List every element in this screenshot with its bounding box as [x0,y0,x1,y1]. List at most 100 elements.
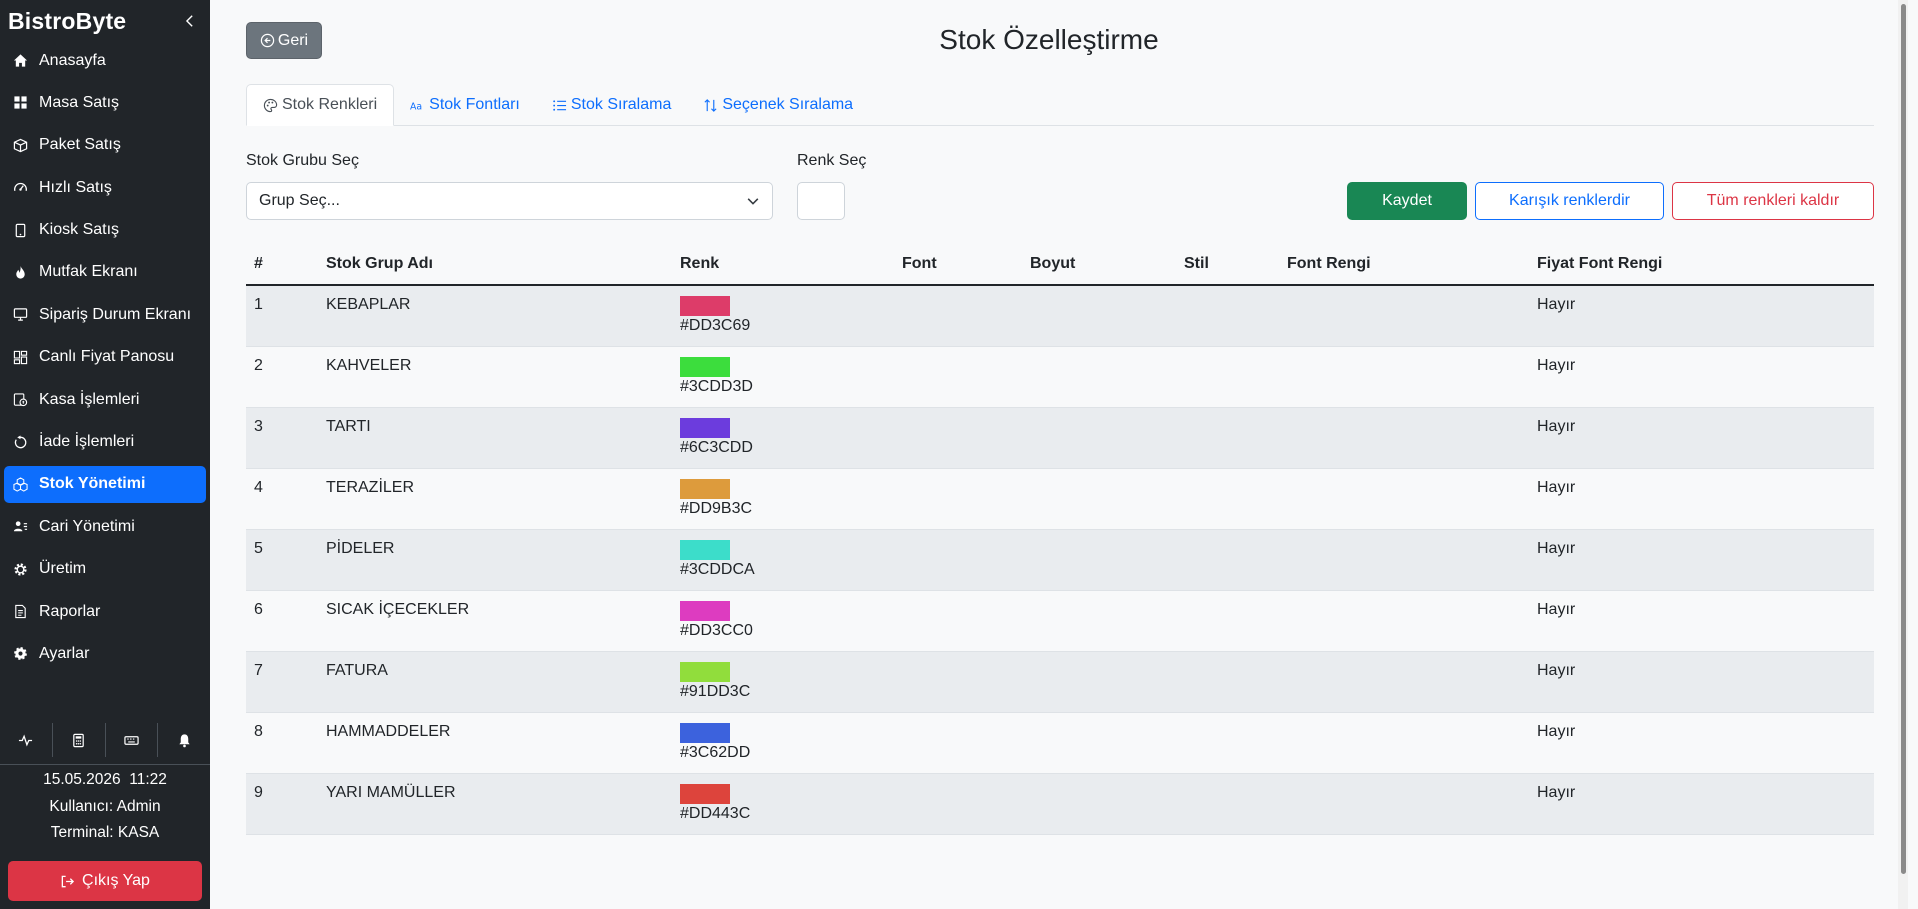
sidebar-divider [0,764,210,765]
tab[interactable]: Stok Sıralama [536,84,687,126]
price-font-color-cell: Hayır [1529,346,1874,408]
style-cell [1176,712,1279,774]
scrollbar[interactable] [1898,0,1908,909]
sidebar-item[interactable]: Hızlı Satış [4,169,206,206]
sidebar-item[interactable]: Sipariş Durum Ekranı [4,296,206,333]
mixed-colors-button[interactable]: Karışık renklerdir [1475,182,1664,220]
table-row[interactable]: 6 SICAK İÇECEKLER #DD3CC0 Hayır [246,590,1874,652]
row-number: 5 [246,529,318,591]
scrollbar-thumb[interactable] [1901,4,1906,874]
column-header[interactable]: Font [894,244,1022,286]
sidebar-tools [0,723,210,757]
remove-all-colors-button[interactable]: Tüm renkleri kaldır [1672,182,1874,220]
sidebar-item[interactable]: Masa Satış [4,84,206,121]
font-cell [894,590,1022,652]
sidebar-item[interactable]: Mutfak Ekranı [4,254,206,291]
stock-group-select[interactable]: Grup Seç... [246,182,773,220]
chevron-left-icon[interactable] [182,13,198,29]
sidebar-item-label: Kiosk Satış [39,221,120,239]
price-font-color-cell: Hayır [1529,651,1874,713]
table-row[interactable]: 7 FATURA #91DD3C Hayır [246,651,1874,713]
stock-group-name: TARTI [318,407,672,469]
font-cell [894,651,1022,713]
logout-label: Çıkış Yap [82,872,150,889]
table-row[interactable]: 8 HAMMADDELER #3C62DD Hayır [246,712,1874,774]
column-header[interactable]: Boyut [1022,244,1176,286]
box-icon [12,137,28,153]
sidebar-item[interactable]: İade İşlemleri [4,424,206,461]
activity-icon[interactable] [0,723,53,757]
column-header[interactable]: Fiyat Font Rengi [1529,244,1874,286]
sidebar-item-label: İade İşlemleri [39,433,135,451]
font-color-cell [1279,468,1529,530]
color-hex: #DD3C69 [680,317,751,334]
table-row[interactable]: 3 TARTI #6C3CDD Hayır [246,407,1874,469]
tab-label: Stok Fontları [429,96,520,113]
style-cell [1176,529,1279,591]
save-button[interactable]: Kaydet [1347,182,1467,220]
stock-group-name: FATURA [318,651,672,713]
sidebar-item-label: Kasa İşlemleri [39,390,140,408]
stock-group-name: YARI MAMÜLLER [318,773,672,835]
column-header[interactable]: Font Rengi [1279,244,1529,286]
table-row[interactable]: 9 YARI MAMÜLLER #DD443C Hayır [246,773,1874,835]
color-swatch [680,600,730,621]
color-cell: #DD9B3C [672,468,894,530]
sidebar-item-label: Stok Yönetimi [39,475,146,493]
column-header[interactable]: Stok Grup Adı [318,244,672,286]
list-ol-icon [552,98,571,113]
size-cell [1022,285,1176,347]
sidebar-item[interactable]: Stok Yönetimi [4,465,206,503]
stock-group-value: Grup Seç... [259,192,340,209]
sidebar-item[interactable]: Kasa İşlemleri [4,381,206,418]
style-cell [1176,773,1279,835]
sidebar-item[interactable]: Üretim [4,551,206,588]
table-row[interactable]: 5 PİDELER #3CDDCA Hayır [246,529,1874,591]
sidebar-item[interactable]: Cari Yönetimi [4,508,206,545]
sidebar-item[interactable]: Paket Satış [4,127,206,164]
sidebar-item-label: Ayarlar [39,644,90,662]
tab-label: Stok Renkleri [282,96,378,113]
column-header[interactable]: Renk [672,244,894,286]
sidebar-item[interactable]: Anasayfa [4,42,206,79]
palette-icon [263,98,282,113]
column-header[interactable]: # [246,244,318,286]
color-cell: #DD3CC0 [672,590,894,652]
monitor-icon [12,307,28,323]
column-header[interactable]: Stil [1176,244,1279,286]
size-cell [1022,651,1176,713]
color-swatch [680,661,730,682]
price-font-color-cell: Hayır [1529,529,1874,591]
tab[interactable]: Aa Stok Fontları [394,84,536,126]
calculator-icon[interactable] [53,723,106,757]
stock-group-name: TERAZİLER [318,468,672,530]
size-cell [1022,712,1176,774]
sidebar-item[interactable]: Kiosk Satış [4,212,206,249]
sidebar-item[interactable]: Ayarlar [4,635,206,672]
keyboard-icon[interactable] [106,723,159,757]
sidebar-item-label: Hızlı Satış [39,178,112,196]
table-row[interactable]: 2 KAHVELER #3CDD3D Hayır [246,346,1874,408]
style-cell [1176,468,1279,530]
settings-icon [12,646,28,662]
style-cell [1176,285,1279,347]
sidebar-item[interactable]: Canlı Fiyat Panosu [4,339,206,376]
stock-group-table: # Stok Grup Adı Renk Font Boyut Stil Font Reng… [246,244,1874,835]
table-row[interactable]: 1 KEBAPLAR #DD3C69 Hayır [246,285,1874,347]
table-row[interactable]: 4 TERAZİLER #DD9B3C Hayır [246,468,1874,530]
font-color-cell [1279,773,1529,835]
color-cell: #91DD3C [672,651,894,713]
main-content: Geri Stok Özelleştirme Stok Renkleri Aa St… [210,0,1908,909]
row-number: 4 [246,468,318,530]
color-swatch [680,417,730,438]
font-cell [894,285,1022,347]
logout-button[interactable]: Çıkış Yap [8,861,202,901]
color-swatch [680,722,730,743]
bell-icon[interactable] [158,723,210,757]
color-picker-input[interactable] [797,182,845,220]
tab[interactable]: Stok Renkleri [246,84,395,126]
grid-icon [12,95,28,111]
tab[interactable]: Seçenek Sıralama [687,84,869,126]
fire-icon [12,264,28,280]
sidebar-item[interactable]: Raporlar [4,593,206,630]
